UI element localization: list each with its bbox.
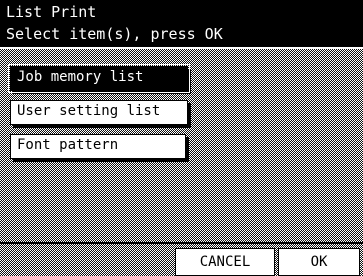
job-memory-list-button[interactable]: Job memory list: [8, 64, 190, 93]
screen-header: List Print Select item(s), press OK: [0, 0, 363, 49]
cancel-button[interactable]: CANCEL: [175, 248, 275, 276]
user-setting-list-button[interactable]: User setting list: [10, 100, 188, 125]
ok-button[interactable]: OK: [278, 248, 360, 276]
font-pattern-button[interactable]: Font pattern: [10, 134, 186, 159]
action-bar: CANCEL OK: [0, 242, 363, 276]
list-print-screen: List Print Select item(s), press OK Job …: [0, 0, 363, 276]
screen-instruction: Select item(s), press OK: [6, 25, 223, 43]
screen-title: List Print: [6, 3, 97, 21]
